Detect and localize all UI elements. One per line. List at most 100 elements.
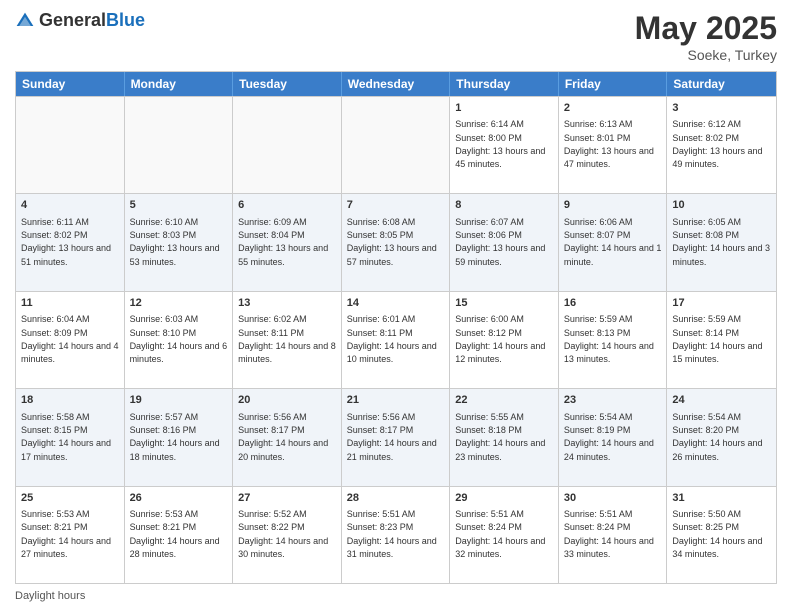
calendar-cell [125, 97, 234, 193]
day-number: 22 [455, 393, 553, 408]
calendar-cell [342, 97, 451, 193]
day-info: Sunrise: 6:00 AM Sunset: 8:12 PM Dayligh… [455, 314, 545, 364]
day-info: Sunrise: 6:09 AM Sunset: 8:04 PM Dayligh… [238, 217, 328, 267]
day-info: Sunrise: 6:13 AM Sunset: 8:01 PM Dayligh… [564, 119, 654, 169]
day-info: Sunrise: 5:51 AM Sunset: 8:24 PM Dayligh… [564, 509, 654, 559]
calendar-cell: 7 Sunrise: 6:08 AM Sunset: 8:05 PM Daylig… [342, 194, 451, 290]
day-number: 13 [238, 296, 336, 311]
calendar-cell: 22Sunrise: 5:55 AM Sunset: 8:18 PM Dayli… [450, 389, 559, 485]
calendar: SundayMondayTuesdayWednesdayThursdayFrid… [15, 71, 777, 584]
page: GeneralBlue May 2025 Soeke, Turkey Sunda… [0, 0, 792, 612]
calendar-cell: 16 Sunrise: 5:59 AM Sunset: 8:13 PM Dayli… [559, 292, 668, 388]
calendar-cell [16, 97, 125, 193]
calendar-header-day: Thursday [450, 72, 559, 96]
logo-blue: Blue [106, 10, 145, 30]
calendar-cell: 19 Sunrise: 5:57 AM Sunset: 8:16 PM Dayli… [125, 389, 234, 485]
day-number: 19 [130, 393, 228, 408]
day-number: 24 [672, 393, 771, 408]
day-info: Sunrise: 6:02 AM Sunset: 8:11 PM Dayligh… [238, 314, 336, 364]
day-info: Sunrise: 5:51 AM Sunset: 8:24 PM Dayligh… [455, 509, 545, 559]
day-info: Sunrise: 5:57 AM Sunset: 8:16 PM Dayligh… [130, 412, 220, 462]
day-number: 27 [238, 491, 336, 506]
day-info: Sunrise: 6:08 AM Sunset: 8:05 PM Dayligh… [347, 217, 437, 267]
calendar-row: 4Sunrise: 6:11 AM Sunset: 8:02 PM Daylig… [16, 193, 776, 290]
calendar-cell: 9 Sunrise: 6:06 AM Sunset: 8:07 PM Daylig… [559, 194, 668, 290]
calendar-header-row: SundayMondayTuesdayWednesdayThursdayFrid… [16, 72, 776, 96]
calendar-header-day: Monday [125, 72, 234, 96]
day-number: 21 [347, 393, 445, 408]
day-info: Sunrise: 5:54 AM Sunset: 8:19 PM Dayligh… [564, 412, 654, 462]
day-number: 7 [347, 198, 445, 213]
day-number: 26 [130, 491, 228, 506]
calendar-row: 11Sunrise: 6:04 AM Sunset: 8:09 PM Dayli… [16, 291, 776, 388]
day-number: 30 [564, 491, 662, 506]
calendar-cell: 10Sunrise: 6:05 AM Sunset: 8:08 PM Dayli… [667, 194, 776, 290]
day-number: 3 [672, 101, 771, 116]
calendar-cell: 25Sunrise: 5:53 AM Sunset: 8:21 PM Dayli… [16, 487, 125, 583]
day-info: Sunrise: 5:53 AM Sunset: 8:21 PM Dayligh… [130, 509, 220, 559]
day-number: 25 [21, 491, 119, 506]
calendar-body: 1 Sunrise: 6:14 AM Sunset: 8:00 PM Daylig… [16, 96, 776, 583]
day-number: 9 [564, 198, 662, 213]
calendar-cell: 13 Sunrise: 6:02 AM Sunset: 8:11 PM Dayli… [233, 292, 342, 388]
day-info: Sunrise: 5:58 AM Sunset: 8:15 PM Dayligh… [21, 412, 111, 462]
day-info: Sunrise: 6:04 AM Sunset: 8:09 PM Dayligh… [21, 314, 119, 364]
day-number: 29 [455, 491, 553, 506]
calendar-cell: 24 Sunrise: 5:54 AM Sunset: 8:20 PM Dayli… [667, 389, 776, 485]
day-info: Sunrise: 6:10 AM Sunset: 8:03 PM Dayligh… [130, 217, 220, 267]
day-number: 2 [564, 101, 662, 116]
calendar-cell: 8Sunrise: 6:07 AM Sunset: 8:06 PM Daylig… [450, 194, 559, 290]
calendar-cell: 27 Sunrise: 5:52 AM Sunset: 8:22 PM Dayli… [233, 487, 342, 583]
day-info: Sunrise: 5:51 AM Sunset: 8:23 PM Dayligh… [347, 509, 437, 559]
calendar-header-day: Saturday [667, 72, 776, 96]
day-number: 17 [672, 296, 771, 311]
logo: GeneralBlue [15, 10, 145, 31]
calendar-cell: 5 Sunrise: 6:10 AM Sunset: 8:03 PM Daylig… [125, 194, 234, 290]
calendar-header-day: Tuesday [233, 72, 342, 96]
day-info: Sunrise: 5:54 AM Sunset: 8:20 PM Dayligh… [672, 412, 762, 462]
day-info: Sunrise: 6:14 AM Sunset: 8:00 PM Dayligh… [455, 119, 545, 169]
calendar-cell: 31 Sunrise: 5:50 AM Sunset: 8:25 PM Dayli… [667, 487, 776, 583]
day-number: 16 [564, 296, 662, 311]
calendar-header-day: Sunday [16, 72, 125, 96]
calendar-cell: 12 Sunrise: 6:03 AM Sunset: 8:10 PM Dayli… [125, 292, 234, 388]
calendar-cell: 18 Sunrise: 5:58 AM Sunset: 8:15 PM Dayli… [16, 389, 125, 485]
day-info: Sunrise: 5:59 AM Sunset: 8:14 PM Dayligh… [672, 314, 762, 364]
day-number: 6 [238, 198, 336, 213]
day-number: 15 [455, 296, 553, 311]
day-number: 31 [672, 491, 771, 506]
day-number: 12 [130, 296, 228, 311]
calendar-cell: 6 Sunrise: 6:09 AM Sunset: 8:04 PM Daylig… [233, 194, 342, 290]
day-number: 5 [130, 198, 228, 213]
logo-general: General [39, 10, 106, 30]
day-number: 23 [564, 393, 662, 408]
calendar-cell: 2 Sunrise: 6:13 AM Sunset: 8:01 PM Daylig… [559, 97, 668, 193]
day-info: Sunrise: 5:52 AM Sunset: 8:22 PM Dayligh… [238, 509, 328, 559]
day-info: Sunrise: 6:11 AM Sunset: 8:02 PM Dayligh… [21, 217, 111, 267]
calendar-row: 1 Sunrise: 6:14 AM Sunset: 8:00 PM Daylig… [16, 96, 776, 193]
calendar-header-day: Friday [559, 72, 668, 96]
calendar-cell: 23 Sunrise: 5:54 AM Sunset: 8:19 PM Dayli… [559, 389, 668, 485]
day-info: Sunrise: 6:03 AM Sunset: 8:10 PM Dayligh… [130, 314, 228, 364]
calendar-cell: 17 Sunrise: 5:59 AM Sunset: 8:14 PM Dayli… [667, 292, 776, 388]
calendar-cell: 29 Sunrise: 5:51 AM Sunset: 8:24 PM Dayli… [450, 487, 559, 583]
footer: Daylight hours [15, 590, 777, 602]
day-info: Sunrise: 6:06 AM Sunset: 8:07 PM Dayligh… [564, 217, 662, 267]
day-number: 10 [672, 198, 771, 213]
day-info: Sunrise: 5:56 AM Sunset: 8:17 PM Dayligh… [238, 412, 328, 462]
calendar-cell [233, 97, 342, 193]
logo-icon [15, 11, 35, 31]
location-subtitle: Soeke, Turkey [635, 47, 777, 63]
day-info: Sunrise: 5:59 AM Sunset: 8:13 PM Dayligh… [564, 314, 654, 364]
calendar-cell: 15 Sunrise: 6:00 AM Sunset: 8:12 PM Dayli… [450, 292, 559, 388]
calendar-header-day: Wednesday [342, 72, 451, 96]
calendar-cell: 30 Sunrise: 5:51 AM Sunset: 8:24 PM Dayli… [559, 487, 668, 583]
calendar-row: 25 Sunrise: 5:53 AM Sunset: 8:21 PM Dayli… [16, 486, 776, 583]
day-number: 8 [455, 198, 553, 213]
calendar-cell: 3Sunrise: 6:12 AM Sunset: 8:02 PM Daylig… [667, 97, 776, 193]
day-number: 1 [455, 101, 553, 116]
day-number: 14 [347, 296, 445, 311]
calendar-cell: 28Sunrise: 5:51 AM Sunset: 8:23 PM Dayli… [342, 487, 451, 583]
day-info: Sunrise: 5:50 AM Sunset: 8:25 PM Dayligh… [672, 509, 762, 559]
day-number: 18 [21, 393, 119, 408]
